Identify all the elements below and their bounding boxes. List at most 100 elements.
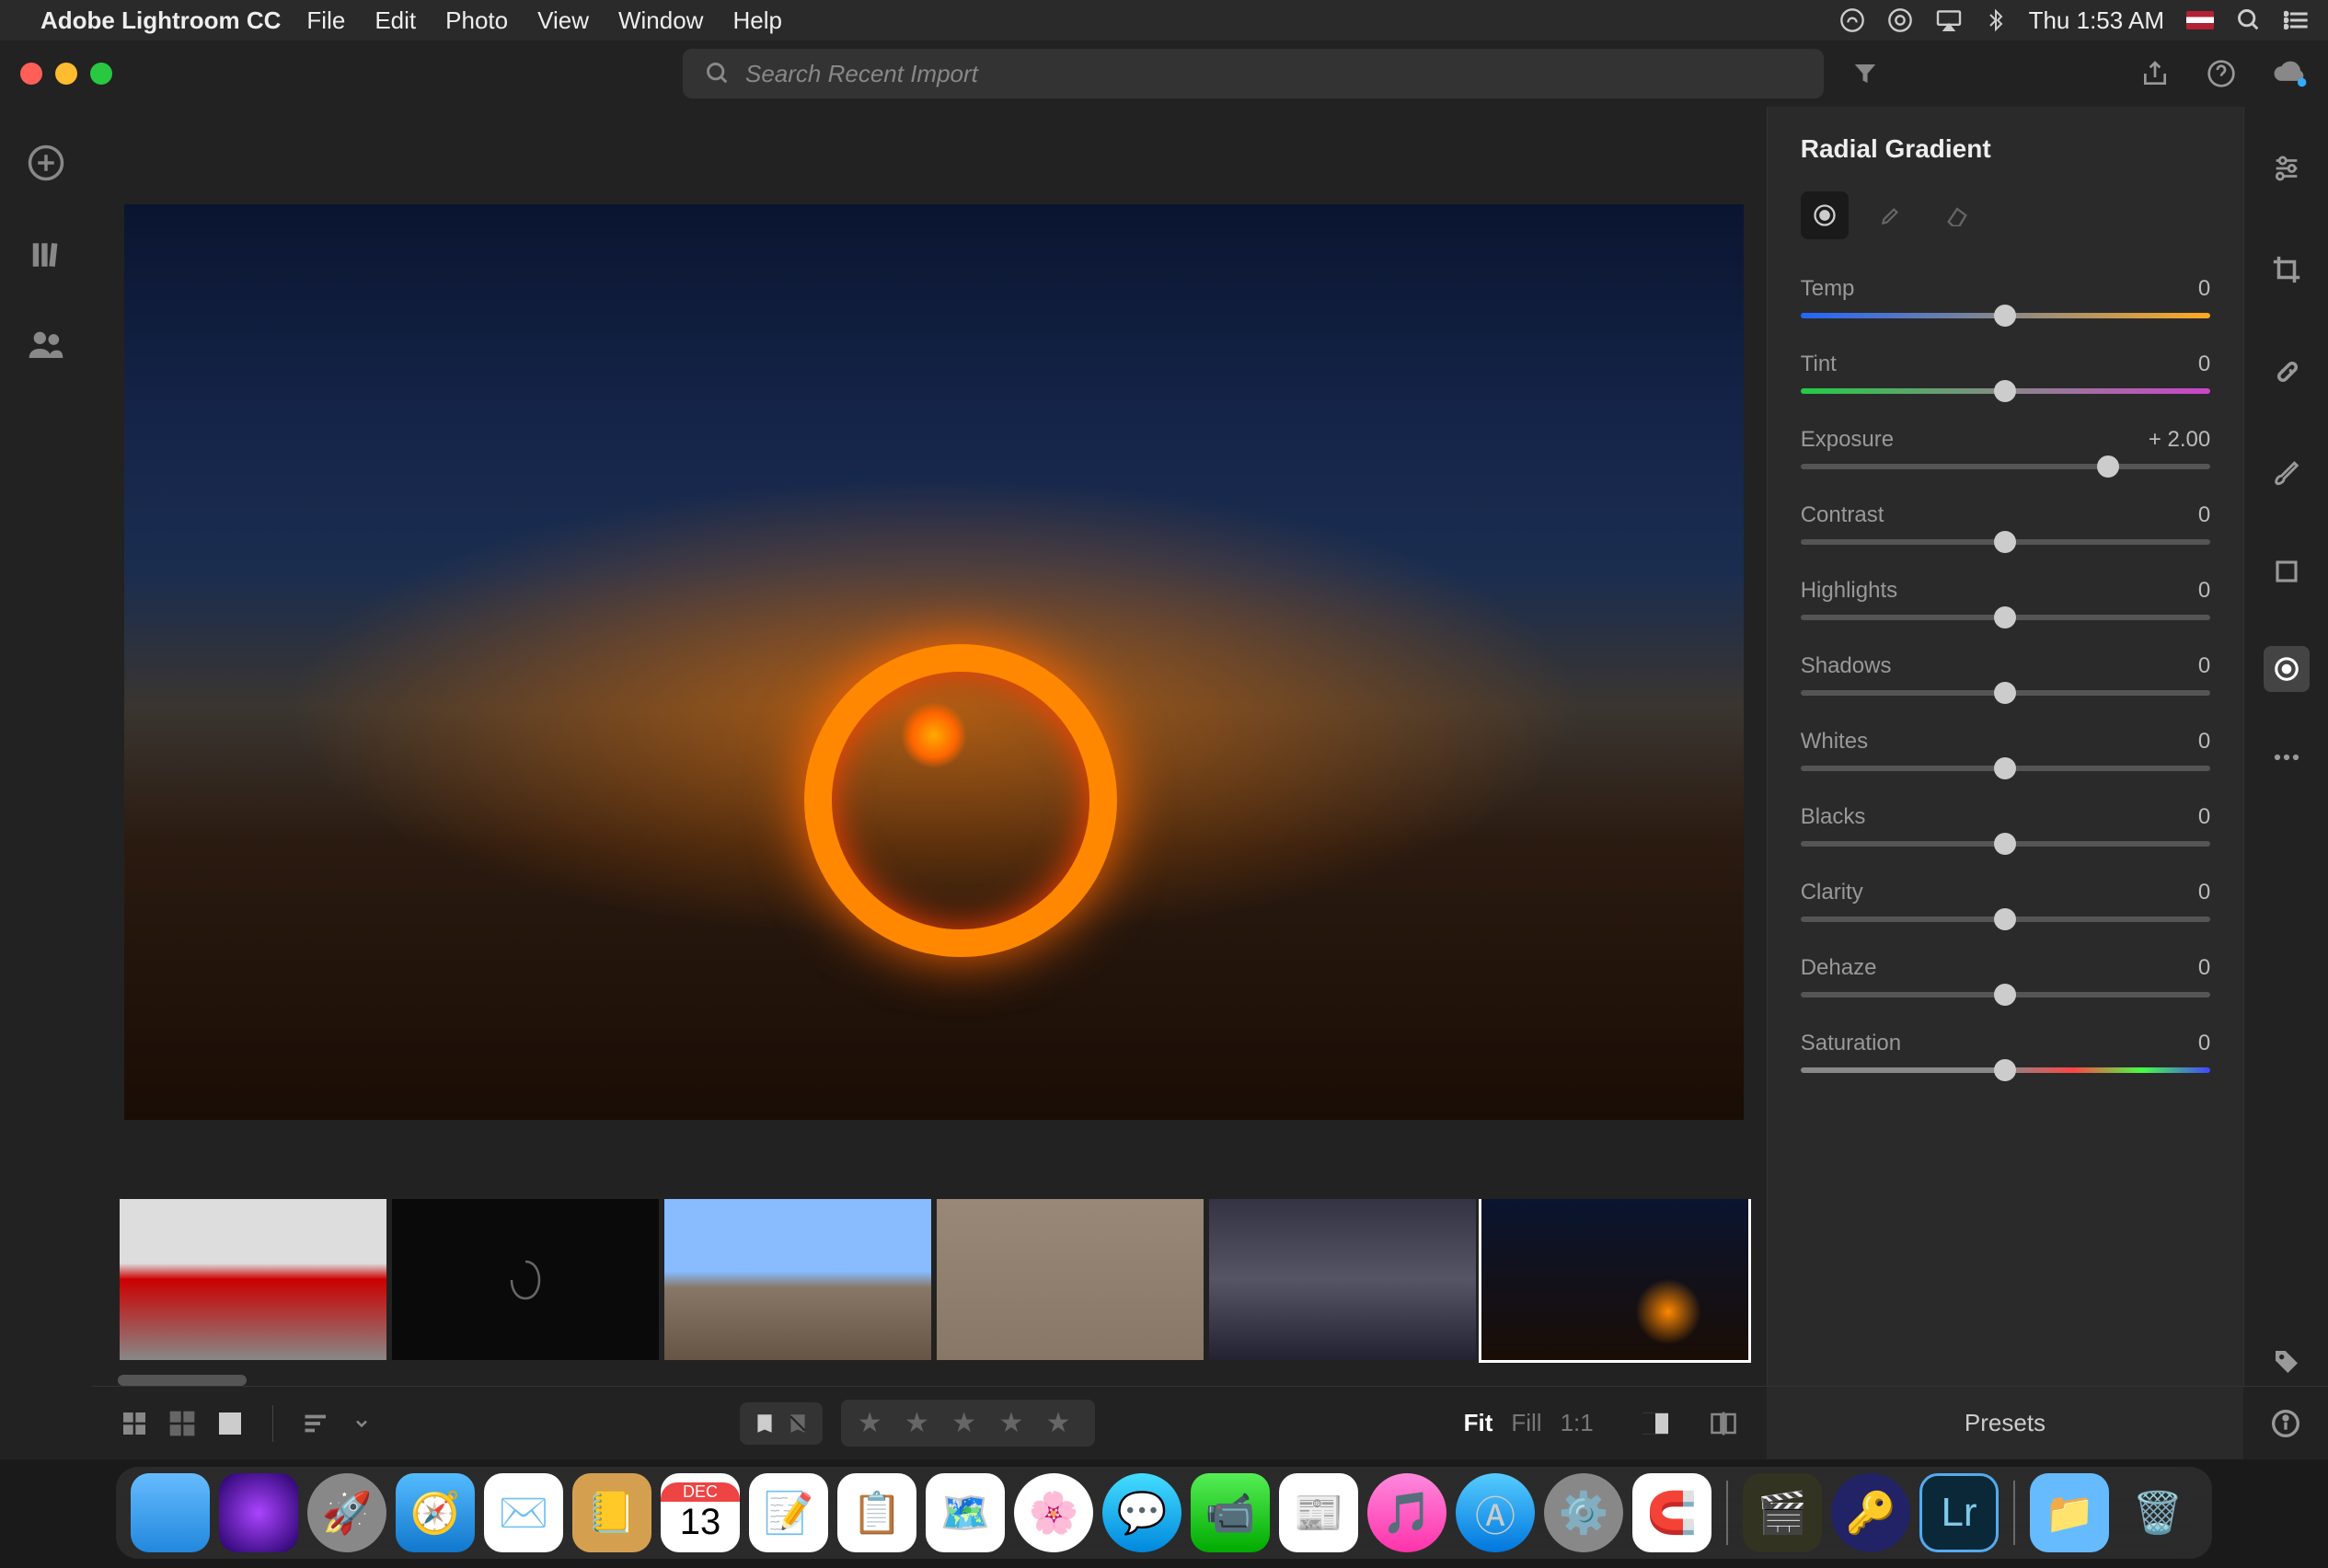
slider-track[interactable] (1801, 841, 2211, 847)
dock-safari-icon[interactable]: 🧭 (396, 1473, 475, 1552)
slider-track[interactable] (1801, 388, 2211, 394)
menu-window[interactable]: Window (618, 6, 703, 35)
slider-thumb[interactable] (1994, 606, 2016, 628)
slider-track[interactable] (1801, 1067, 2211, 1073)
slider-thumb[interactable] (1994, 682, 2016, 704)
dock-downloads-icon[interactable]: 📁 (2030, 1473, 2109, 1552)
thumbnail[interactable] (1209, 1199, 1476, 1360)
slider-track[interactable] (1801, 313, 2211, 318)
bluetooth-icon[interactable] (1985, 7, 2007, 33)
airplay-icon[interactable] (1935, 9, 1963, 31)
star-rating[interactable]: ★ ★ ★ ★ ★ (841, 1400, 1095, 1447)
filmstrip-scrollbar[interactable] (118, 1375, 247, 1386)
thumbnail[interactable] (120, 1199, 386, 1360)
slider-track[interactable] (1801, 615, 2211, 620)
slider-thumb[interactable] (1994, 1059, 2016, 1081)
image-canvas[interactable] (92, 107, 1767, 1199)
presets-button[interactable]: Presets (1767, 1386, 2244, 1459)
slider-thumb[interactable] (1994, 531, 2016, 553)
search-input[interactable]: Search Recent Import (683, 49, 1824, 98)
thumbnail-selected[interactable] (1481, 1199, 1748, 1360)
before-after-icon[interactable] (1640, 1411, 1671, 1436)
dock-itunes-icon[interactable]: 🎵 (1367, 1473, 1446, 1552)
close-window-button[interactable] (20, 63, 42, 85)
dock-facetime-icon[interactable]: 📹 (1191, 1473, 1270, 1552)
dock-1password-icon[interactable]: 🔑 (1831, 1473, 1910, 1552)
add-photos-icon[interactable] (27, 144, 65, 182)
sort-icon[interactable] (301, 1411, 334, 1436)
filter-icon[interactable] (1851, 60, 1879, 87)
dock-finder-icon[interactable] (131, 1473, 210, 1552)
slider-thumb[interactable] (1994, 984, 2016, 1006)
slider-track[interactable] (1801, 766, 2211, 771)
slider-thumb[interactable] (1994, 305, 2016, 327)
slider-thumb[interactable] (1994, 757, 2016, 779)
library-icon[interactable] (29, 237, 63, 272)
erase-mask-icon[interactable] (1933, 191, 1981, 239)
radial-gradient-icon[interactable] (2264, 646, 2310, 692)
menu-edit[interactable]: Edit (375, 6, 416, 35)
dock-launchpad-icon[interactable]: 🚀 (307, 1473, 386, 1552)
zoom-fill[interactable]: Fill (1511, 1409, 1541, 1437)
radial-mask-icon[interactable] (1801, 191, 1849, 239)
input-source-flag-icon[interactable] (2186, 11, 2214, 29)
menu-photo[interactable]: Photo (445, 6, 508, 35)
grid-view-small-icon[interactable] (120, 1409, 149, 1438)
creative-cloud-icon[interactable] (1839, 7, 1865, 33)
slider-thumb[interactable] (1994, 833, 2016, 855)
dock-appstore-icon[interactable]: Ⓐ (1456, 1473, 1535, 1552)
keywords-icon[interactable] (2263, 1338, 2311, 1386)
more-tools-icon[interactable] (2264, 744, 2310, 771)
slider-thumb[interactable] (1994, 908, 2016, 930)
brush-mask-icon[interactable] (1867, 191, 1915, 239)
menubar-list-icon[interactable] (2284, 7, 2310, 33)
slider-track[interactable] (1801, 992, 2211, 997)
people-icon[interactable] (28, 328, 64, 361)
slider-track[interactable] (1801, 690, 2211, 696)
thumbnail[interactable] (392, 1199, 659, 1360)
dock-reminders-icon[interactable]: 📋 (837, 1473, 916, 1552)
flag-pick-icon[interactable] (753, 1410, 777, 1437)
flag-reject-icon[interactable] (786, 1410, 810, 1437)
status-icon[interactable] (1887, 7, 1913, 33)
slider-track[interactable] (1801, 464, 2211, 469)
dock-notes-icon[interactable]: 📝 (749, 1473, 828, 1552)
dock-settings-icon[interactable]: ⚙️ (1544, 1473, 1623, 1552)
cloud-sync-icon[interactable] (2273, 60, 2308, 87)
compare-icon[interactable] (1708, 1410, 1739, 1437)
grid-view-large-icon[interactable] (167, 1409, 197, 1438)
slider-track[interactable] (1801, 539, 2211, 545)
dock-contacts-icon[interactable]: 📒 (572, 1473, 651, 1552)
brush-tool-icon[interactable] (2262, 447, 2311, 497)
crop-icon[interactable] (2262, 245, 2311, 294)
menubar-clock[interactable]: Thu 1:53 AM (2029, 6, 2164, 35)
slider-thumb[interactable] (1994, 380, 2016, 402)
dock-messages-icon[interactable]: 💬 (1102, 1473, 1181, 1552)
thumbnail[interactable] (664, 1199, 931, 1360)
info-icon[interactable] (2271, 1409, 2300, 1438)
dock-mail-icon[interactable]: ✉️ (484, 1473, 563, 1552)
thumbnail[interactable] (937, 1199, 1204, 1360)
dock-magnet-icon[interactable]: 🧲 (1632, 1473, 1711, 1552)
menu-help[interactable]: Help (732, 6, 781, 35)
menu-view[interactable]: View (537, 6, 589, 35)
dock-calendar-icon[interactable]: DEC13 (661, 1473, 740, 1552)
healing-icon[interactable] (2262, 346, 2311, 396)
edit-sliders-icon[interactable] (2262, 144, 2311, 193)
dock-imovie-icon[interactable]: 🎬 (1743, 1473, 1822, 1552)
zoom-fit[interactable]: Fit (1464, 1409, 1493, 1437)
minimize-window-button[interactable] (55, 63, 77, 85)
single-view-icon[interactable] (215, 1409, 245, 1438)
dock-lightroom-icon[interactable]: Lr (1919, 1473, 1999, 1552)
help-icon[interactable] (2207, 59, 2236, 88)
dock-photos-icon[interactable]: 🌸 (1014, 1473, 1093, 1552)
dock-news-icon[interactable]: 📰 (1279, 1473, 1358, 1552)
menu-file[interactable]: File (306, 6, 345, 35)
app-name[interactable]: Adobe Lightroom CC (40, 6, 281, 35)
sort-dropdown-icon[interactable] (352, 1414, 371, 1433)
linear-gradient-icon[interactable] (2264, 548, 2310, 594)
filmstrip[interactable] (92, 1199, 1767, 1369)
share-icon[interactable] (2140, 59, 2170, 88)
slider-track[interactable] (1801, 917, 2211, 922)
zoom-1to1[interactable]: 1:1 (1561, 1409, 1594, 1437)
